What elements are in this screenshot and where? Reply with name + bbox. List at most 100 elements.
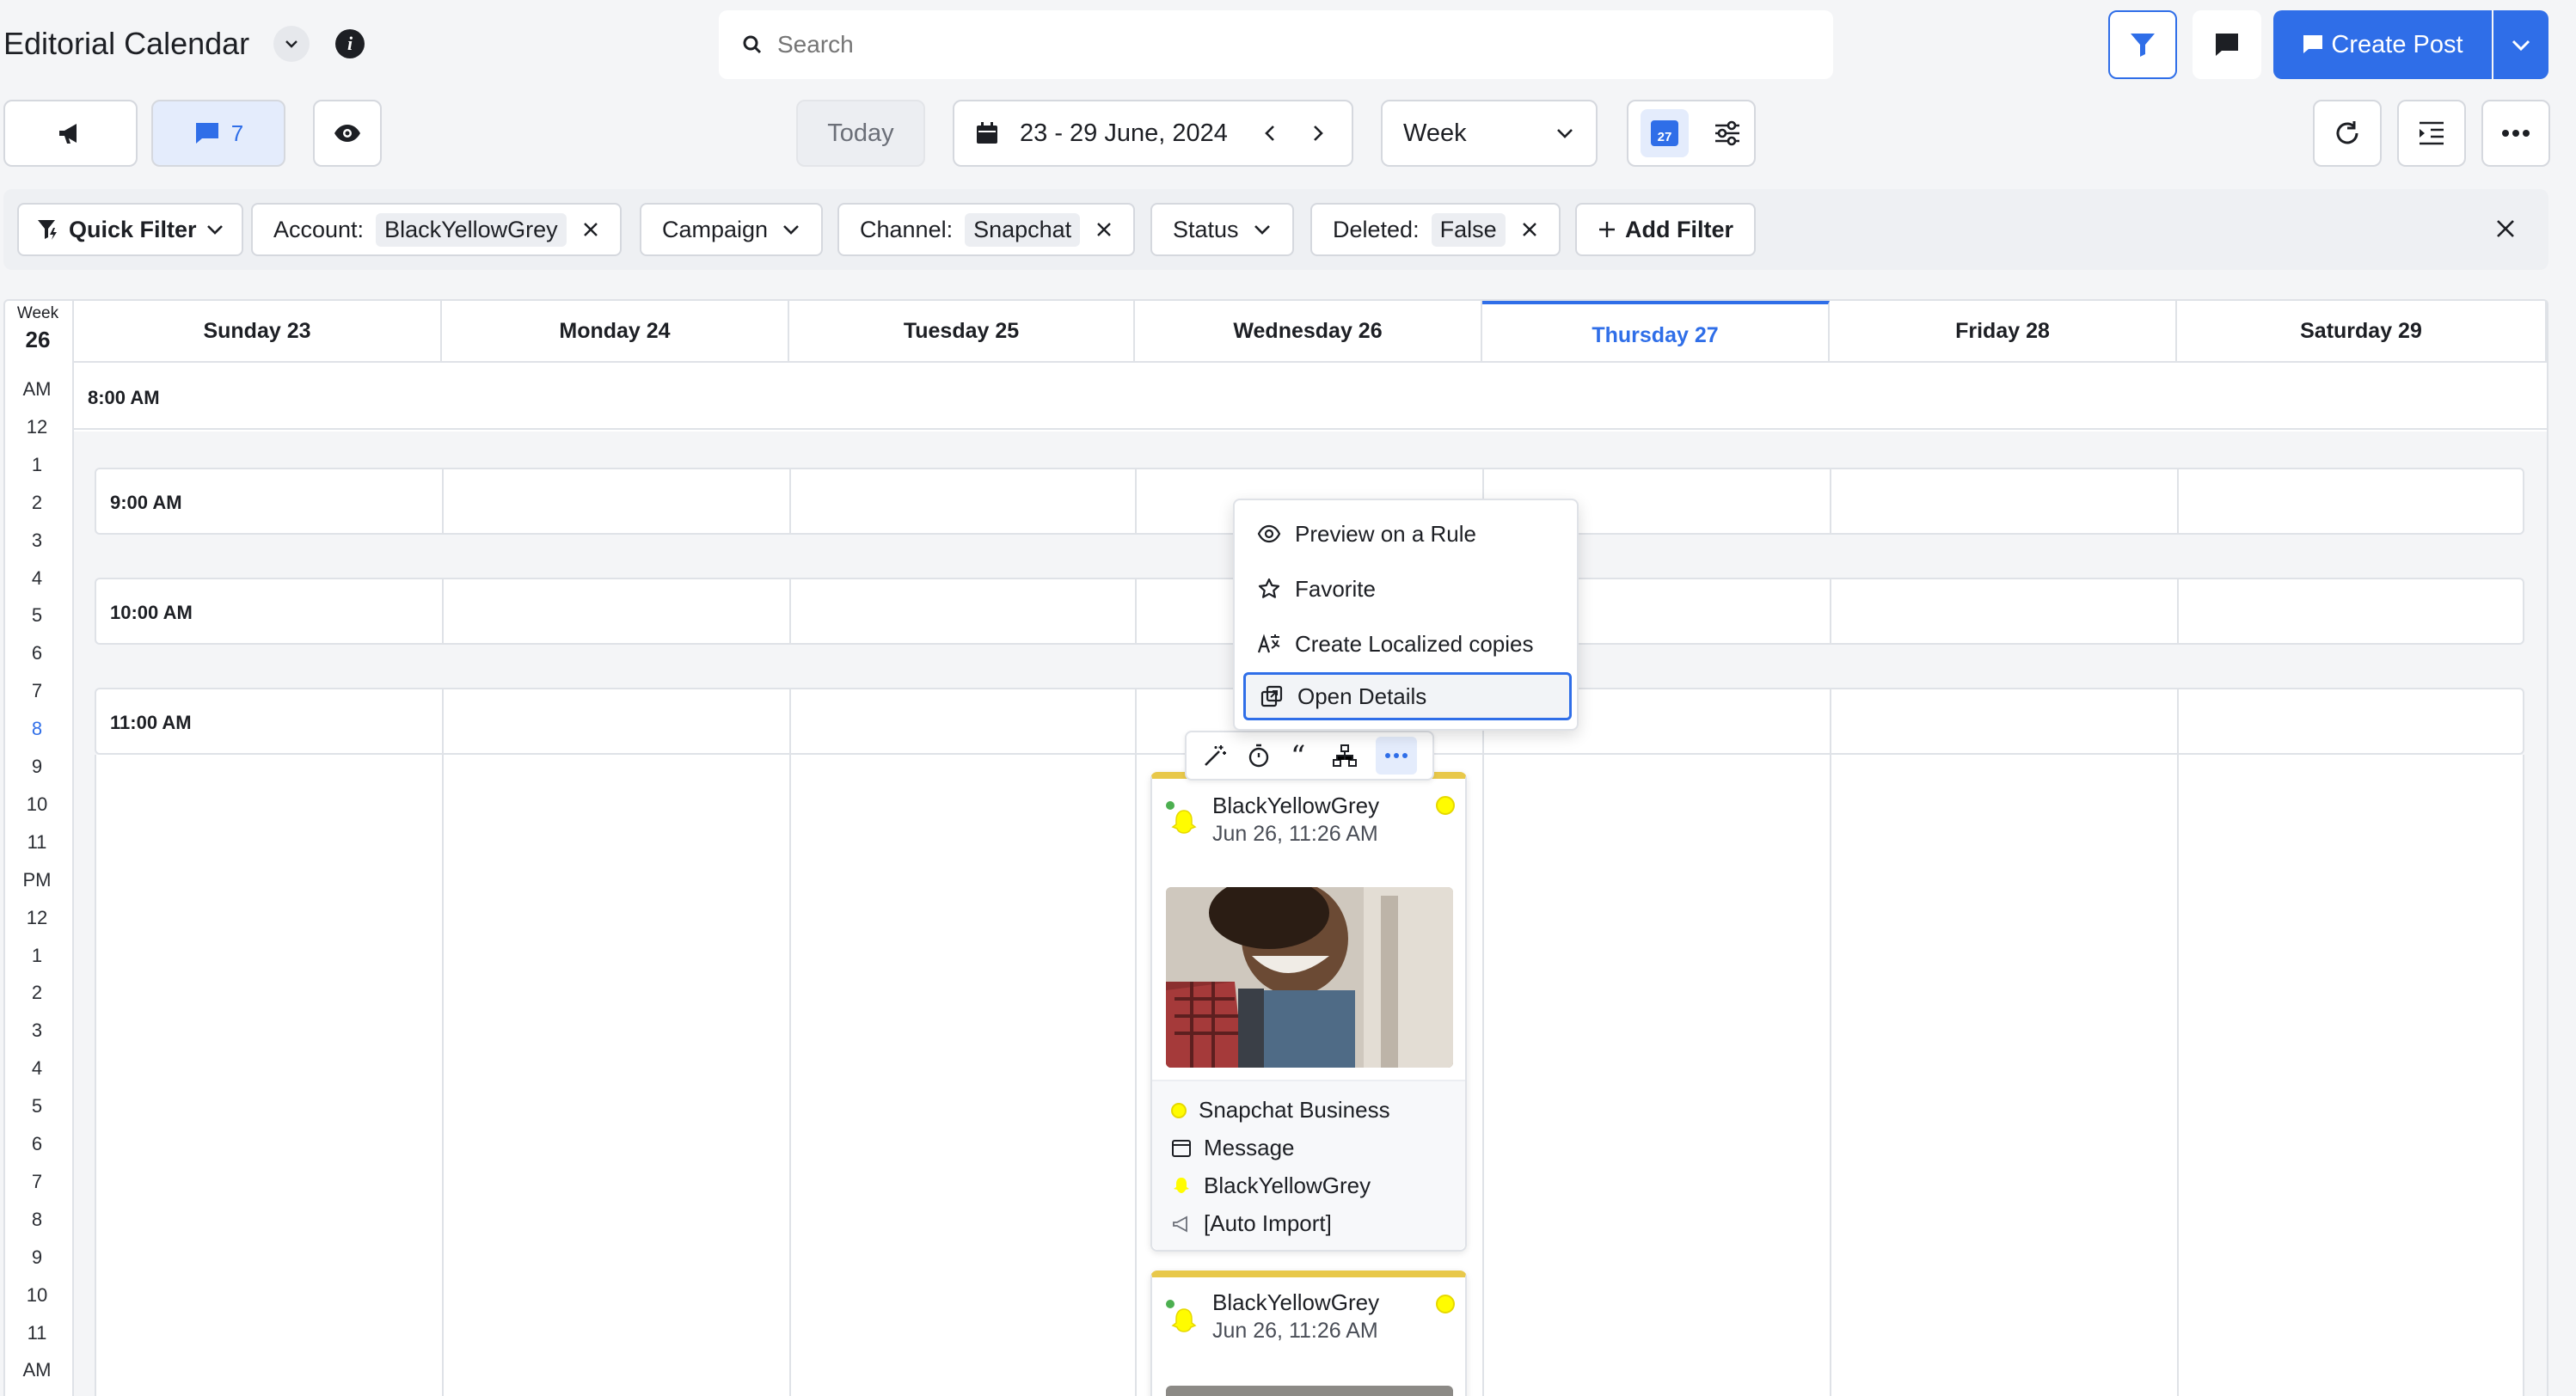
info-icon[interactable]: i bbox=[335, 29, 365, 58]
column-divider bbox=[789, 468, 791, 535]
hour-label: 6 bbox=[31, 1133, 43, 1154]
close-icon[interactable] bbox=[1521, 221, 1538, 238]
menu-item-favorite[interactable]: Favorite bbox=[1243, 564, 1572, 614]
svg-text:“: “ bbox=[1291, 743, 1305, 768]
channel-filter-value: Snapchat bbox=[965, 212, 1081, 247]
post-image[interactable] bbox=[1166, 1386, 1453, 1396]
add-filter-button[interactable]: Add Filter bbox=[1575, 203, 1756, 256]
view-select-value: Week bbox=[1403, 119, 1467, 147]
campaign-view-button[interactable] bbox=[3, 100, 138, 167]
snapchat-badge-icon bbox=[1436, 1295, 1455, 1313]
messages-button[interactable] bbox=[2193, 10, 2261, 79]
ghost-avatar-icon bbox=[1169, 808, 1199, 837]
menu-item-label: Favorite bbox=[1295, 575, 1376, 602]
hour-label: 8 bbox=[31, 1208, 43, 1230]
status-filter-label: Status bbox=[1173, 216, 1239, 242]
messages-count: 7 bbox=[230, 119, 244, 146]
page-title: Editorial Calendar bbox=[3, 26, 250, 61]
view-select[interactable]: Week bbox=[1381, 100, 1598, 167]
hour-label: 10 bbox=[26, 793, 48, 815]
filter-toggle-button[interactable] bbox=[2108, 10, 2177, 79]
chevron-down-icon bbox=[2512, 40, 2530, 52]
day-header-3[interactable]: Tuesday 25 bbox=[789, 301, 1135, 361]
chevron-right-icon[interactable] bbox=[1307, 123, 1328, 144]
person-photo bbox=[1166, 887, 1453, 1068]
hour-label: 5 bbox=[31, 1095, 43, 1117]
close-icon[interactable] bbox=[582, 221, 599, 238]
more-horizontal-icon bbox=[2502, 130, 2530, 137]
post-card[interactable]: BlackYellowGrey Jun 26, 11:26 AM bbox=[1150, 1270, 1467, 1396]
title-dropdown-button[interactable] bbox=[273, 26, 310, 62]
messages-view-button[interactable]: 7 bbox=[151, 100, 285, 167]
hour-label: 7 bbox=[31, 1170, 43, 1192]
column-divider bbox=[789, 688, 791, 755]
hour-label: AM bbox=[22, 378, 52, 400]
refresh-button[interactable] bbox=[2313, 100, 2382, 167]
day-header-4[interactable]: Wednesday 26 bbox=[1135, 301, 1482, 361]
column-divider bbox=[442, 755, 444, 1396]
hour-label: 2 bbox=[31, 982, 43, 1004]
date-range-picker[interactable]: 23 - 29 June, 2024 bbox=[953, 100, 1353, 167]
column-divider bbox=[2177, 468, 2179, 535]
star-icon bbox=[1258, 578, 1280, 598]
meta-channel: Snapchat Business bbox=[1171, 1097, 1390, 1124]
post-image[interactable] bbox=[1166, 887, 1453, 1068]
snapchat-icon bbox=[1171, 1102, 1187, 1118]
preview-toggle-button[interactable] bbox=[313, 100, 382, 167]
create-post-button[interactable]: Create Post bbox=[2273, 10, 2492, 79]
more-actions-button[interactable] bbox=[1375, 737, 1417, 775]
column-divider bbox=[2177, 755, 2179, 1396]
menu-item-open-details[interactable]: Open Details bbox=[1243, 672, 1572, 720]
status-filter-chip[interactable]: Status bbox=[1150, 203, 1294, 256]
column-divider bbox=[1135, 688, 1137, 755]
more-horizontal-icon bbox=[1384, 753, 1408, 758]
hour-label: 10 bbox=[26, 1283, 48, 1306]
sliders-icon[interactable] bbox=[1713, 119, 1742, 148]
day-header-7[interactable]: Saturday 29 bbox=[2177, 301, 2547, 361]
chevron-down-icon bbox=[1254, 225, 1270, 235]
timer-icon[interactable] bbox=[1246, 743, 1272, 768]
post-account: BlackYellowGrey bbox=[1212, 1289, 1380, 1315]
magic-wand-icon[interactable] bbox=[1202, 743, 1228, 768]
calendar-day-icon: 27 bbox=[1651, 120, 1678, 146]
quick-filter-label: Quick Filter bbox=[69, 216, 197, 242]
plus-icon bbox=[1599, 222, 1615, 237]
today-button[interactable]: Today bbox=[796, 100, 925, 167]
quick-filter-button[interactable]: Quick Filter bbox=[17, 203, 243, 256]
account-filter-chip[interactable]: Account: BlackYellowGrey bbox=[251, 203, 622, 256]
chevron-down-icon bbox=[1557, 129, 1573, 138]
close-icon[interactable] bbox=[1095, 221, 1113, 238]
date-range-label: 23 - 29 June, 2024 bbox=[1020, 119, 1228, 147]
menu-item-preview-on-rule[interactable]: Preview on a Rule bbox=[1243, 509, 1572, 559]
search-bar[interactable] bbox=[719, 10, 1833, 79]
campaign-filter-chip[interactable]: Campaign bbox=[640, 203, 824, 256]
quote-icon[interactable]: “ bbox=[1289, 743, 1315, 768]
search-input[interactable] bbox=[777, 31, 1723, 58]
hour-label: 8 bbox=[31, 718, 43, 740]
channel-filter-label: Channel: bbox=[860, 216, 954, 242]
menu-item-create-localized-copies[interactable]: Create Localized copies bbox=[1243, 619, 1572, 669]
meta-channel-label: Snapchat Business bbox=[1199, 1097, 1390, 1123]
day-header-1[interactable]: Sunday 23 bbox=[74, 301, 442, 361]
hour-label: 4 bbox=[31, 566, 43, 589]
post-card[interactable]: BlackYellowGrey Jun 26, 11:26 AM Snapcha… bbox=[1150, 772, 1467, 1252]
hierarchy-icon[interactable] bbox=[1332, 743, 1358, 768]
hour-label: 3 bbox=[31, 1019, 43, 1042]
search-icon bbox=[743, 35, 762, 54]
context-menu: Preview on a Rule Favorite Create Locali… bbox=[1233, 499, 1579, 731]
more-options-button[interactable] bbox=[2481, 100, 2550, 167]
clear-filters-close-icon[interactable] bbox=[2495, 218, 2516, 239]
indent-button[interactable] bbox=[2397, 100, 2466, 167]
channel-filter-chip[interactable]: Channel: Snapchat bbox=[837, 203, 1136, 256]
day-header-5[interactable]: Thursday 27 bbox=[1482, 301, 1830, 361]
deleted-filter-chip[interactable]: Deleted: False bbox=[1310, 203, 1561, 256]
message-type-icon bbox=[1172, 1139, 1191, 1157]
day-header-6[interactable]: Friday 28 bbox=[1830, 301, 2177, 361]
create-post-dropdown-button[interactable] bbox=[2493, 10, 2548, 79]
day-header-2[interactable]: Monday 24 bbox=[442, 301, 789, 361]
list-indent-icon bbox=[2420, 121, 2444, 145]
meta-profile: BlackYellowGrey bbox=[1171, 1173, 1371, 1199]
chevron-left-icon[interactable] bbox=[1260, 123, 1281, 144]
slot-label: 9:00 AM bbox=[110, 492, 182, 513]
calendar-view-button[interactable]: 27 bbox=[1641, 109, 1689, 157]
